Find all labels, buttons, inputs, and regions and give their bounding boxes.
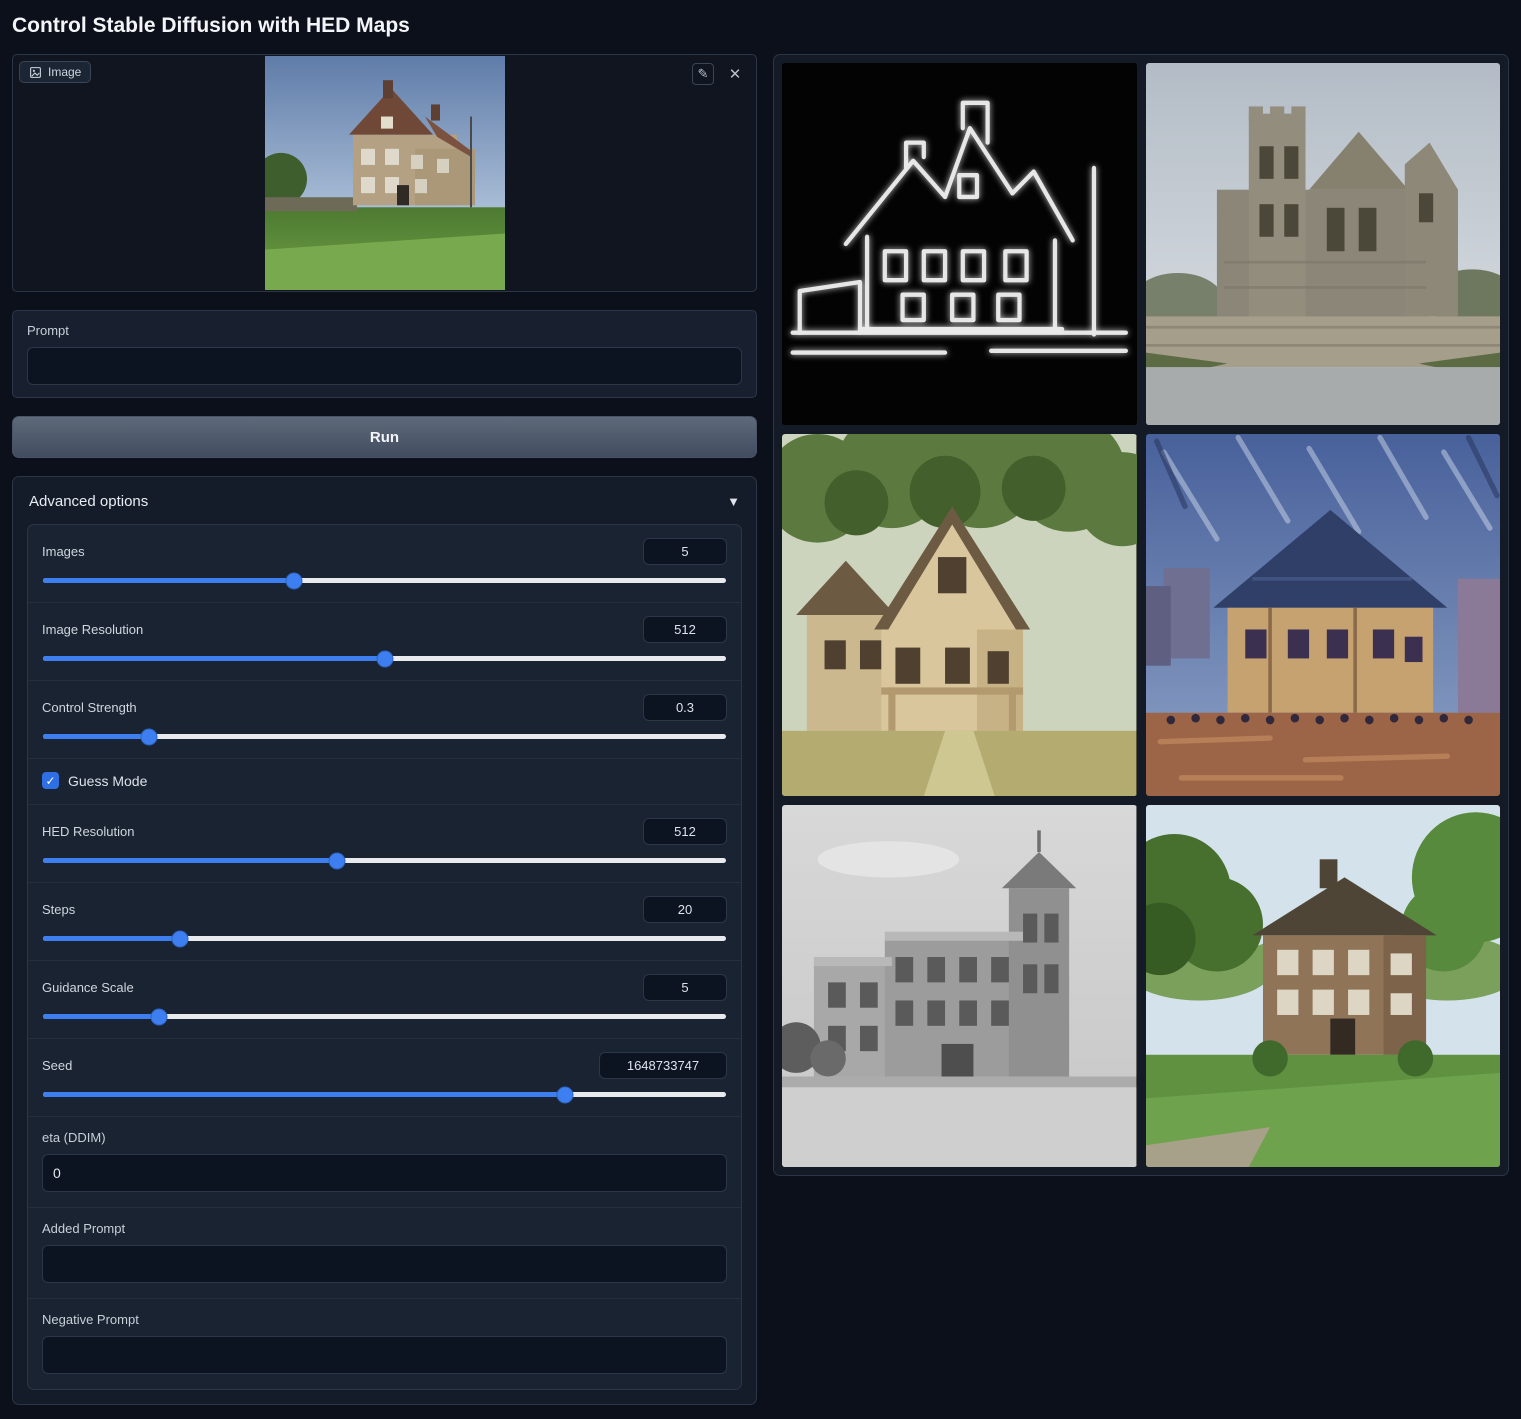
slider-thumb[interactable] [377, 651, 392, 666]
eta-input[interactable] [42, 1154, 727, 1192]
main-layout: Image ✎ ✕ [12, 54, 1509, 1405]
result-gallery [773, 54, 1509, 1176]
output-column [773, 54, 1509, 1176]
negative-prompt-row: Negative Prompt [28, 1298, 741, 1389]
added-prompt-input[interactable] [42, 1245, 727, 1283]
added-prompt-label: Added Prompt [42, 1221, 727, 1236]
close-icon: ✕ [729, 65, 742, 83]
slider-fill [43, 578, 294, 583]
eta-label: eta (DDIM) [42, 1130, 727, 1145]
slider-label-steps: Steps [42, 902, 75, 917]
slider-track-guidance-scale[interactable] [43, 1014, 726, 1019]
slider-fill [43, 1014, 159, 1019]
slider-fill [43, 936, 180, 941]
slider-fill [43, 734, 149, 739]
slider-label-seed: Seed [42, 1058, 72, 1073]
slider-track-image-resolution[interactable] [43, 656, 726, 661]
prompt-input[interactable] [27, 347, 742, 385]
guess-mode-checkbox[interactable]: ✓ [42, 772, 59, 789]
prompt-block: Prompt [12, 310, 757, 398]
advanced-options-header[interactable]: Advanced options ▼ [29, 493, 740, 510]
slider-row-control-strength: Control Strength [28, 680, 741, 758]
slider-label-image-resolution: Image Resolution [42, 622, 143, 637]
advanced-options-title: Advanced options [29, 493, 148, 510]
slider-value-seed[interactable] [599, 1052, 727, 1079]
image-actions: ✎ ✕ [692, 63, 746, 85]
gallery-item-stone-castle[interactable] [1146, 63, 1501, 425]
gallery-item-painterly-house[interactable] [1146, 434, 1501, 796]
slider-track-seed[interactable] [43, 1092, 726, 1097]
slider-value-guidance-scale[interactable] [643, 974, 727, 1001]
advanced-options-form: Images Image Resolution [27, 524, 742, 1390]
slider-value-images[interactable] [643, 538, 727, 565]
slider-value-image-resolution[interactable] [643, 616, 727, 643]
controls-column: Image ✎ ✕ [12, 54, 757, 1405]
eta-row: eta (DDIM) [28, 1116, 741, 1207]
pencil-icon: ✎ [698, 66, 709, 82]
victorian-house-graphic [782, 434, 1137, 796]
image-input-label: Image [48, 65, 81, 79]
slider-track-control-strength[interactable] [43, 734, 726, 739]
advanced-options-accordion: Advanced options ▼ Images [12, 476, 757, 1405]
house-photo-graphic [265, 56, 505, 290]
slider-row-guidance-scale: Guidance Scale [28, 960, 741, 1038]
slider-label-control-strength: Control Strength [42, 700, 137, 715]
slider-label-guidance-scale: Guidance Scale [42, 980, 134, 995]
slider-row-seed: Seed [28, 1038, 741, 1116]
run-button[interactable]: Run [12, 416, 757, 458]
slider-track-hed-resolution[interactable] [43, 858, 726, 863]
clear-image-button[interactable]: ✕ [724, 63, 746, 85]
image-input-block[interactable]: Image ✎ ✕ [12, 54, 757, 292]
slider-fill [43, 1092, 565, 1097]
slider-track-steps[interactable] [43, 936, 726, 941]
slider-value-steps[interactable] [643, 896, 727, 923]
slider-thumb[interactable] [329, 853, 344, 868]
grayscale-building-graphic [782, 805, 1137, 1167]
prompt-label: Prompt [27, 323, 742, 338]
slider-thumb[interactable] [152, 1009, 167, 1024]
slider-thumb[interactable] [558, 1087, 573, 1102]
added-prompt-row: Added Prompt [28, 1207, 741, 1298]
slider-row-hed-resolution: HED Resolution [28, 804, 741, 882]
chevron-down-icon: ▼ [727, 494, 740, 509]
slider-fill [43, 858, 337, 863]
uploaded-house-photo [265, 56, 505, 290]
guess-mode-row: ✓ Guess Mode [28, 758, 741, 804]
slider-thumb[interactable] [286, 573, 301, 588]
negative-prompt-input[interactable] [42, 1336, 727, 1374]
guess-mode-label: Guess Mode [68, 773, 147, 789]
slider-value-control-strength[interactable] [643, 694, 727, 721]
hed-edge-map-graphic [782, 63, 1137, 425]
slider-track-images[interactable] [43, 578, 726, 583]
gallery-item-country-house[interactable] [1146, 805, 1501, 1167]
slider-fill [43, 656, 385, 661]
stone-castle-graphic [1146, 63, 1501, 425]
slider-row-images: Images [28, 525, 741, 602]
slider-value-hed-resolution[interactable] [643, 818, 727, 845]
slider-thumb[interactable] [172, 931, 187, 946]
country-house-graphic [1146, 805, 1501, 1167]
slider-thumb[interactable] [141, 729, 156, 744]
slider-row-steps: Steps [28, 882, 741, 960]
gallery-item-grayscale-building[interactable] [782, 805, 1137, 1167]
image-icon [29, 66, 42, 79]
slider-row-image-resolution: Image Resolution [28, 602, 741, 680]
edit-image-button[interactable]: ✎ [692, 63, 714, 85]
image-input-label-chip: Image [19, 61, 91, 83]
check-icon: ✓ [45, 774, 55, 788]
negative-prompt-label: Negative Prompt [42, 1312, 727, 1327]
slider-label-images: Images [42, 544, 85, 559]
gallery-item-hed-edge-map[interactable] [782, 63, 1137, 425]
slider-label-hed-resolution: HED Resolution [42, 824, 135, 839]
page-title: Control Stable Diffusion with HED Maps [12, 14, 1509, 38]
painterly-house-graphic [1146, 434, 1501, 796]
gallery-item-victorian-house[interactable] [782, 434, 1137, 796]
